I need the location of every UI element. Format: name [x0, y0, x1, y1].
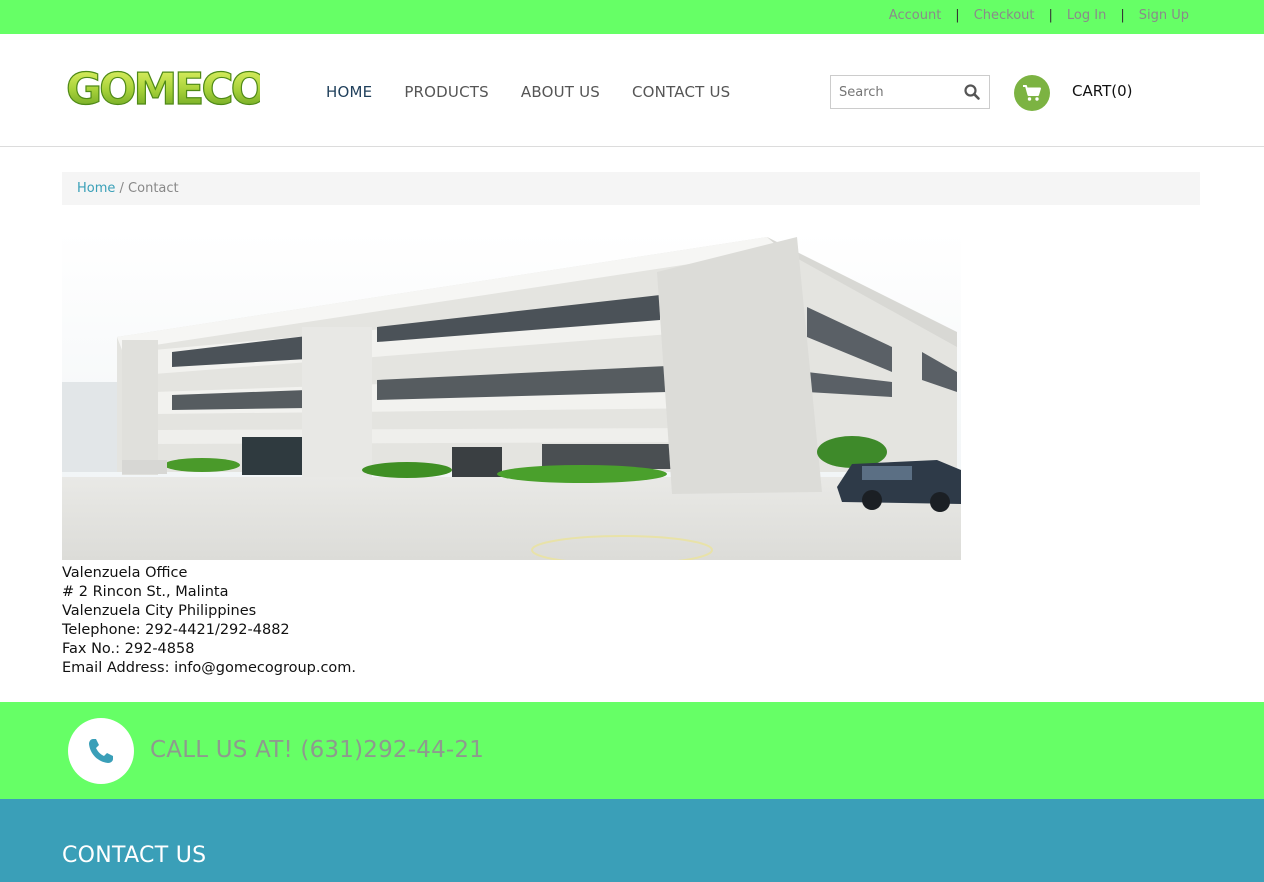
office-name: Valenzuela Office: [62, 565, 188, 581]
logo-text: GOMECO: [66, 64, 260, 114]
search-input[interactable]: [831, 76, 953, 108]
login-link[interactable]: Log In: [1067, 8, 1106, 23]
checkout-link[interactable]: Checkout: [974, 8, 1035, 23]
breadcrumb-separator: /: [115, 181, 129, 196]
search-box: [830, 75, 990, 109]
separator: |: [955, 8, 960, 23]
office-fax: Fax No.: 292-4858: [62, 641, 195, 657]
nav-contact-us[interactable]: CONTACT US: [632, 83, 730, 101]
office-address: Valenzuela Office # 2 Rincon St., Malint…: [62, 564, 356, 678]
signup-link[interactable]: Sign Up: [1139, 8, 1189, 23]
breadcrumb-home[interactable]: Home: [77, 181, 115, 196]
account-link[interactable]: Account: [889, 8, 942, 23]
header: GOMECO HOME PRODUCTS ABOUT US CONTACT US…: [0, 34, 1264, 147]
office-telephone: Telephone: 292-4421/292-4882: [62, 622, 290, 638]
main-nav: HOME PRODUCTS ABOUT US CONTACT US: [326, 83, 762, 101]
phone-icon: [68, 718, 134, 784]
top-bar: Account | Checkout | Log In | Sign Up: [0, 0, 1264, 34]
cart-icon[interactable]: [1014, 75, 1050, 111]
top-links: Account | Checkout | Log In | Sign Up: [889, 8, 1189, 23]
breadcrumb: Home / Contact: [62, 172, 1200, 205]
separator: |: [1120, 8, 1125, 23]
call-us-bar: CALL US AT! (631)292-44-21: [0, 702, 1264, 799]
call-us-text: CALL US AT! (631)292-44-21: [150, 737, 485, 763]
breadcrumb-current: Contact: [128, 181, 179, 196]
office-building-photo: [62, 232, 961, 565]
cart-link[interactable]: CART(0): [1072, 82, 1132, 100]
office-street: # 2 Rincon St., Malinta: [62, 584, 229, 600]
gomeco-logo[interactable]: GOMECO: [64, 63, 270, 115]
nav-about-us[interactable]: ABOUT US: [521, 83, 600, 101]
nav-home[interactable]: HOME: [326, 83, 372, 101]
search-icon[interactable]: [963, 83, 981, 101]
office-email: Email Address: info@gomecogroup.com.: [62, 660, 357, 676]
footer-contact-title: CONTACT US: [62, 843, 207, 868]
office-city: Valenzuela City Philippines: [62, 603, 257, 619]
separator: |: [1048, 8, 1053, 23]
footer: CONTACT US: [0, 799, 1264, 882]
nav-products[interactable]: PRODUCTS: [404, 83, 489, 101]
